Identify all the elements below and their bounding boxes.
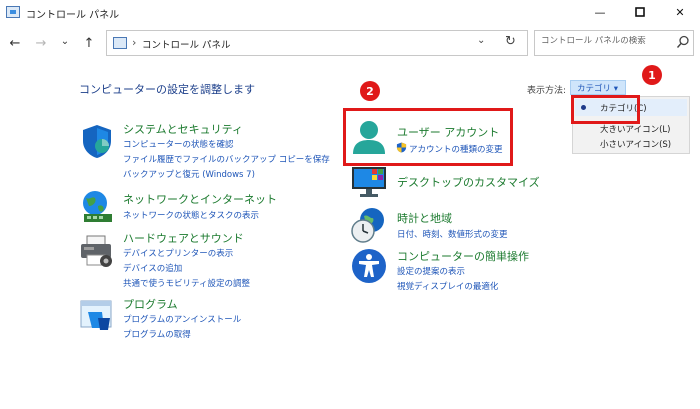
link-file-history-backup[interactable]: ファイル履歴でファイルのバックアップ コピーを保存: [123, 153, 330, 165]
category-network-internet[interactable]: ネットワークとインターネット: [123, 191, 277, 207]
control-panel-app-icon: [6, 6, 20, 18]
maximize-icon: [635, 7, 645, 17]
link-uninstall-program[interactable]: プログラムのアンインストール: [123, 313, 241, 325]
link-optimize-display[interactable]: 視覚ディスプレイの最適化: [397, 280, 498, 292]
category-appearance[interactable]: デスクトップのカスタマイズ: [397, 174, 540, 190]
link-mobility-settings[interactable]: 共通で使うモビリティ設定の調整: [123, 277, 250, 289]
window-title: コントロール パネル: [26, 10, 120, 21]
annotation-badge-1: 1: [642, 65, 662, 85]
search-input[interactable]: [541, 36, 671, 46]
control-panel-icon: [113, 37, 127, 49]
shield-icon: [83, 125, 111, 158]
accessibility-icon: [352, 249, 386, 283]
view-by-label: 表示方法:: [527, 86, 567, 96]
annotation-badge-2: 2: [360, 81, 380, 101]
refresh-button[interactable]: ↻: [505, 34, 516, 49]
maximize-button[interactable]: [620, 0, 660, 24]
recent-locations-button[interactable]: ⌄: [56, 32, 74, 50]
link-suggested-settings[interactable]: 設定の提案の表示: [397, 265, 465, 277]
link-backup-restore[interactable]: バックアップと復元 (Windows 7): [123, 168, 255, 180]
breadcrumb-control-panel[interactable]: コントロール パネル: [142, 37, 231, 51]
view-by-dropdown[interactable]: カテゴリ ▾: [570, 80, 626, 95]
network-globe-icon: [83, 191, 112, 222]
search-icon: [676, 35, 689, 48]
link-check-computer-status[interactable]: コンピューターの状態を確認: [123, 138, 234, 150]
category-user-accounts[interactable]: ユーザー アカウント: [397, 124, 499, 140]
category-ease-of-access[interactable]: コンピューターの簡単操作: [397, 248, 529, 264]
link-network-status[interactable]: ネットワークの状態とタスクの表示: [123, 209, 259, 221]
programs-icon: [80, 300, 112, 330]
breadcrumb-separator-icon: ›: [132, 36, 137, 49]
minimize-button[interactable]: —: [580, 0, 620, 24]
link-add-device[interactable]: デバイスの追加: [123, 262, 182, 274]
address-dropdown-button[interactable]: ⌄: [477, 35, 485, 46]
forward-button[interactable]: →: [32, 34, 50, 52]
printer-icon: [81, 235, 112, 267]
address-bar[interactable]: › コントロール パネル ⌄ ↻: [106, 30, 528, 56]
clock-globe-icon: [351, 208, 384, 243]
link-date-time-format[interactable]: 日付、時刻、数値形式の変更: [397, 228, 508, 240]
page-heading: コンピューターの設定を調整します: [79, 83, 255, 96]
close-button[interactable]: ✕: [660, 0, 700, 24]
menu-item-label: 小さいアイコン(S): [600, 139, 672, 150]
up-button[interactable]: ↑: [80, 34, 98, 52]
link-devices-printers[interactable]: デバイスとプリンターの表示: [123, 247, 233, 259]
title-bar: コントロール パネル — ✕: [0, 0, 700, 26]
search-box[interactable]: [534, 30, 694, 56]
menu-item-label: 大きいアイコン(L): [600, 124, 671, 135]
category-system-security[interactable]: システムとセキュリティ: [123, 121, 243, 137]
desktop-monitor-icon: [352, 167, 386, 197]
annotation-highlight-1: [571, 95, 640, 124]
category-hardware-sound[interactable]: ハードウェアとサウンド: [123, 230, 244, 246]
category-programs[interactable]: プログラム: [123, 296, 178, 312]
user-account-icon: [353, 121, 385, 154]
back-button[interactable]: ←: [6, 34, 24, 52]
link-change-account-type[interactable]: アカウントの種類の変更: [409, 143, 503, 155]
uac-shield-icon: [396, 142, 407, 153]
link-get-programs[interactable]: プログラムの取得: [123, 328, 191, 340]
menu-item-small-icons[interactable]: 小さいアイコン(S): [573, 135, 691, 152]
category-clock-region[interactable]: 時計と地域: [397, 210, 452, 226]
